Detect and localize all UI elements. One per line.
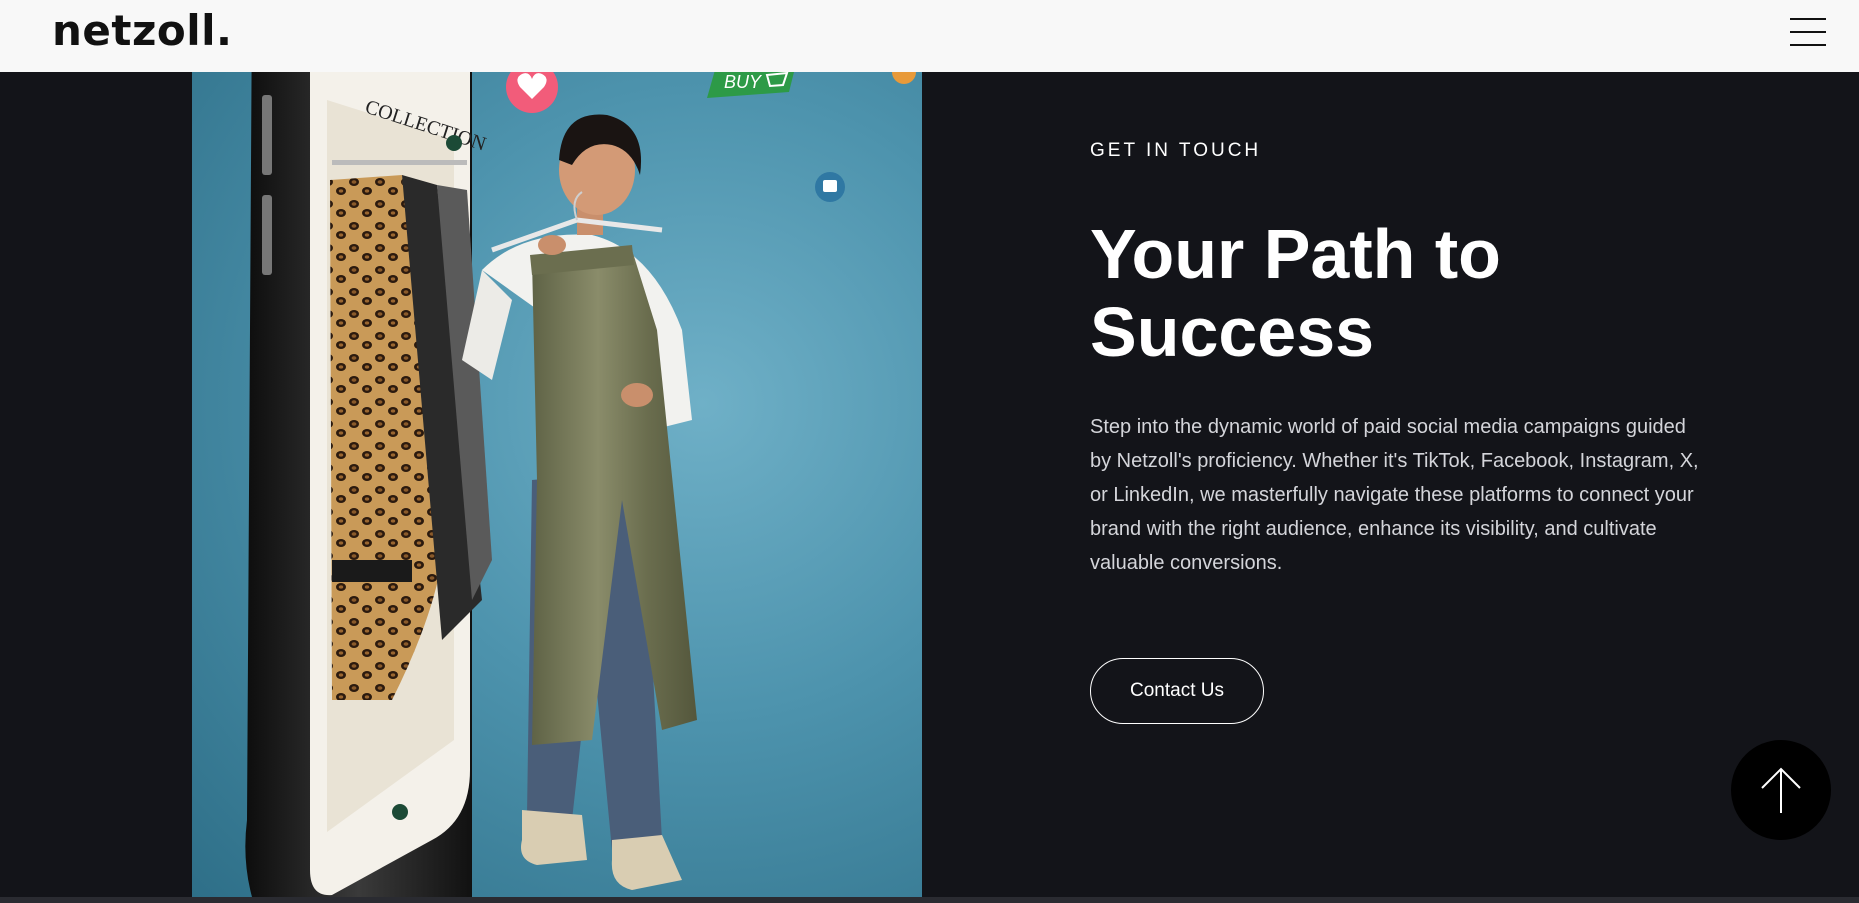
footer-divider: [0, 897, 1859, 903]
scroll-to-top-button[interactable]: [1731, 740, 1831, 840]
hero-image: COLLECTION BUY: [192, 0, 922, 897]
section-body: Step into the dynamic world of paid soci…: [1090, 416, 1699, 574]
logo[interactable]: netzoll.: [52, 6, 233, 55]
hero-illustration: COLLECTION BUY: [245, 0, 916, 897]
arrow-up-icon: [1761, 767, 1801, 813]
section-eyebrow: GET IN TOUCH: [1090, 140, 1262, 161]
hamburger-menu-button[interactable]: [1786, 12, 1830, 52]
hamburger-menu-icon: [1790, 18, 1826, 20]
contact-us-button[interactable]: Contact Us: [1090, 658, 1264, 724]
section-title: Your Path to Success: [1090, 215, 1501, 371]
chat-icon: [815, 172, 845, 202]
buy-sticker-label: BUY: [724, 72, 763, 92]
site-header: netzoll.: [0, 0, 1859, 72]
